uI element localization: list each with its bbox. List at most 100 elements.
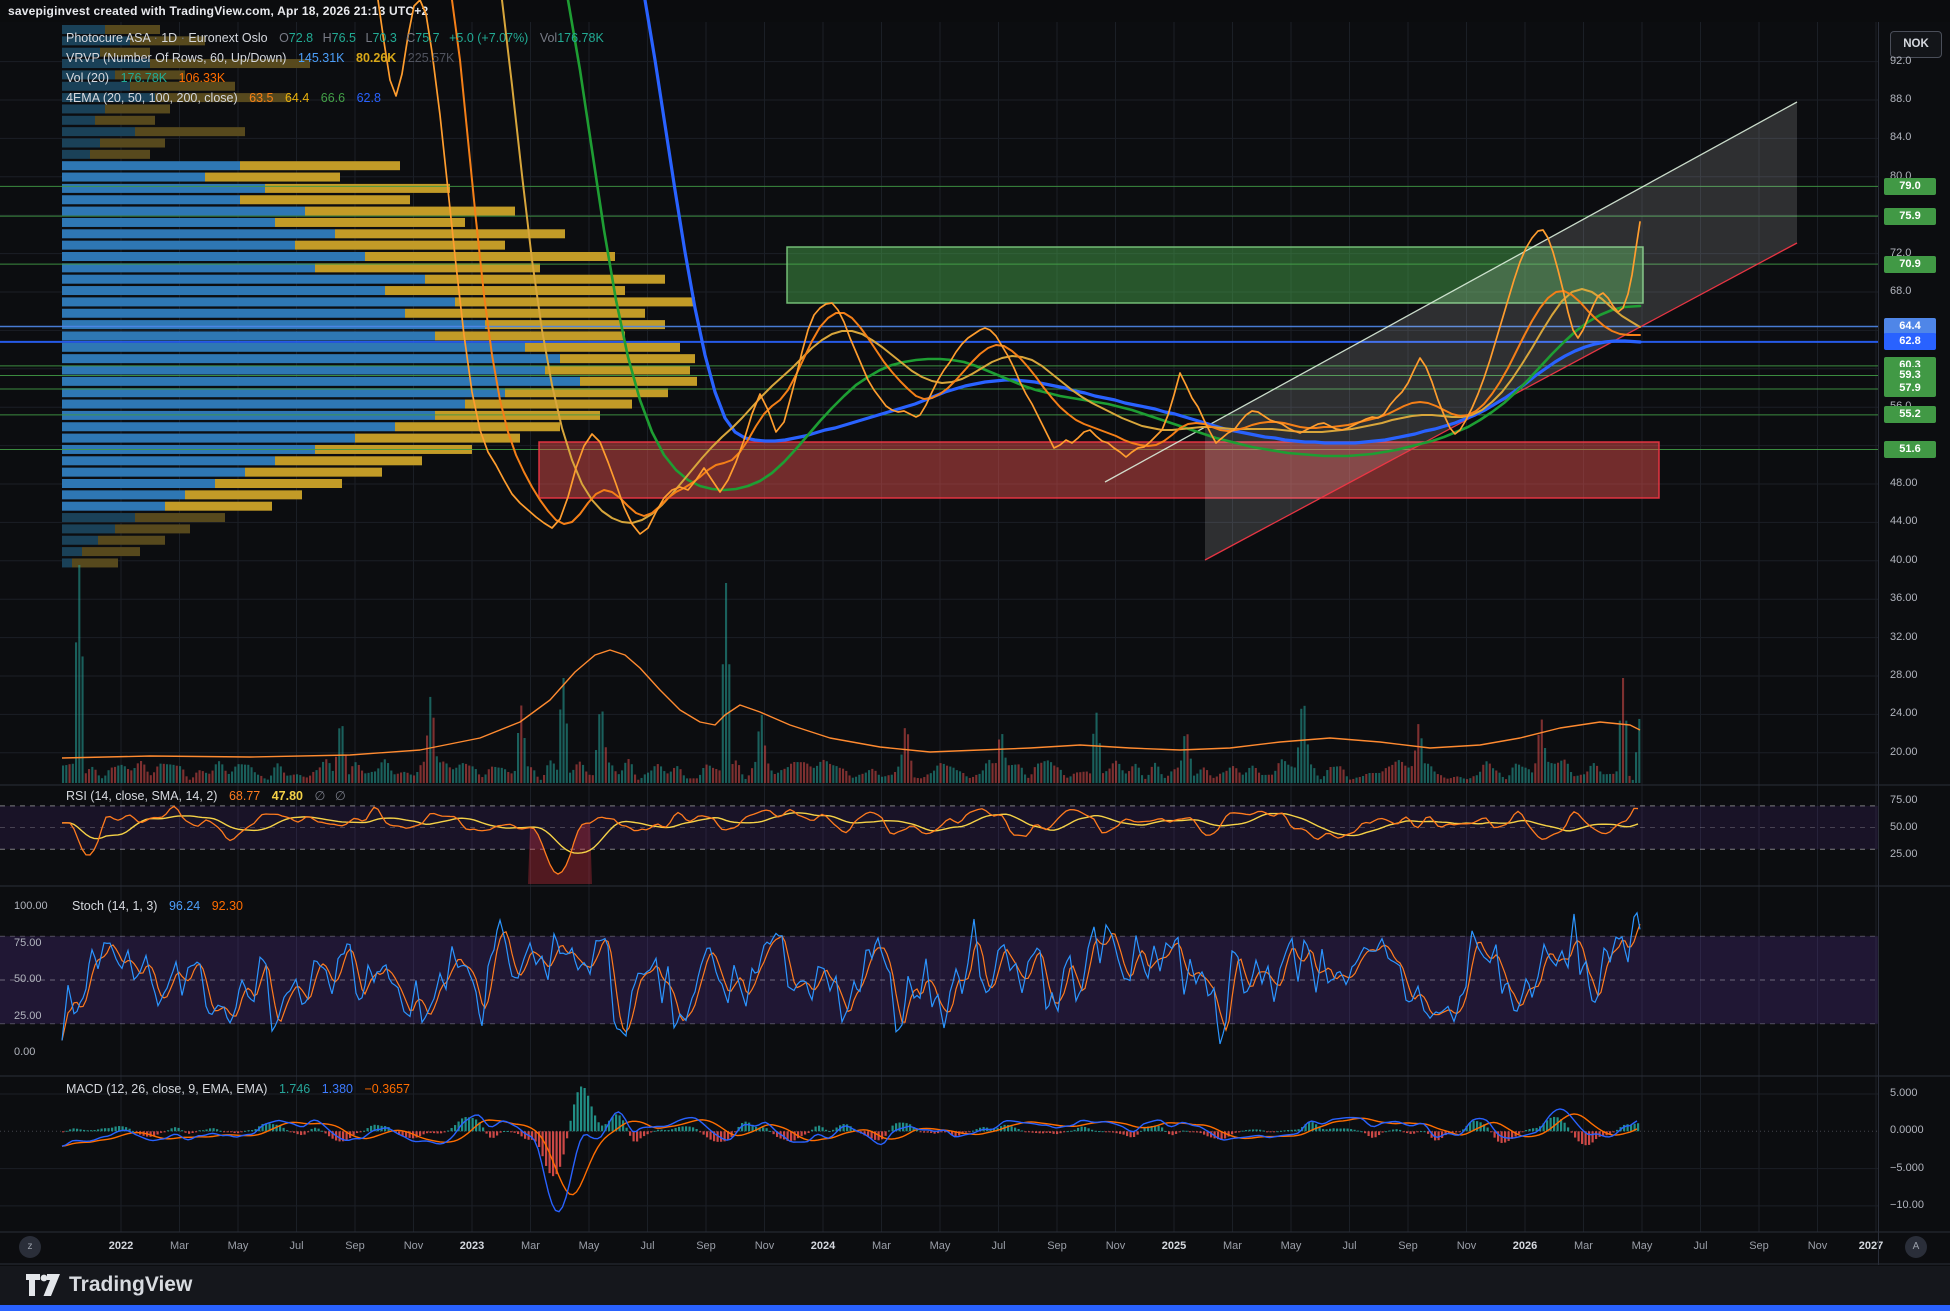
rsi-axis-label: 75.00 xyxy=(1890,794,1918,806)
rsi-title: RSI (14, close, SMA, 14, 2) xyxy=(66,789,217,803)
auto-scale-button[interactable]: A xyxy=(1905,1236,1927,1258)
time-axis-month-label: Mar xyxy=(872,1240,891,1252)
price-level-badge: 57.9 xyxy=(1884,380,1936,397)
tradingview-chart-window: savepiginvest created with TradingView.c… xyxy=(0,0,1950,1311)
stoch-k-value: 96.24 xyxy=(169,899,200,913)
price-level-badge: 62.8 xyxy=(1884,333,1936,350)
price-level-badge: 55.2 xyxy=(1884,406,1936,423)
ema200-value: 62.8 xyxy=(357,91,381,105)
rsi-value: 68.77 xyxy=(229,789,260,803)
vol-title: Vol (20) xyxy=(66,71,109,85)
bottom-accent-bar xyxy=(0,1305,1950,1311)
time-axis-month-label: May xyxy=(1632,1240,1653,1252)
price-axis-label: 36.00 xyxy=(1890,592,1918,604)
price-level-badge: 51.6 xyxy=(1884,441,1936,458)
time-axis-month-label: Nov xyxy=(404,1240,424,1252)
legend-symbol-row[interactable]: Photocure ASA · 1D · Euronext Oslo O72.8… xyxy=(66,28,604,48)
price-axis-label: 44.00 xyxy=(1890,515,1918,527)
volume-value: 176.78K xyxy=(557,31,604,45)
stoch-axis-label: 50.00 xyxy=(14,973,42,985)
vol-ma: 106.33K xyxy=(179,71,226,85)
price-axis-label: 28.00 xyxy=(1890,669,1918,681)
price-axis-label: 20.00 xyxy=(1890,746,1918,758)
high-value: 76.5 xyxy=(332,31,356,45)
stoch-axis-label: 100.00 xyxy=(14,900,48,912)
time-axis-year-label: 2026 xyxy=(1513,1240,1537,1252)
price-axis-label: 92.0 xyxy=(1890,55,1911,67)
change-value: +5.0 (+7.07%) xyxy=(449,31,528,45)
macd-axis-label: −5.000 xyxy=(1890,1162,1924,1174)
macd-line-value: 1.380 xyxy=(322,1082,353,1096)
symbol-name: Photocure ASA xyxy=(66,31,150,45)
ema20-value: 63.5 xyxy=(249,91,273,105)
time-axis-month-label: Nov xyxy=(1808,1240,1828,1252)
time-axis-month-label: May xyxy=(1281,1240,1302,1252)
footer-bar: TradingView xyxy=(0,1266,1950,1305)
timezone-button[interactable]: z xyxy=(19,1236,41,1258)
price-level-badge: 75.9 xyxy=(1884,208,1936,225)
time-axis-month-label: Nov xyxy=(755,1240,775,1252)
ema-title: 4EMA (20, 50, 100, 200, close) xyxy=(66,91,238,105)
macd-axis-label: −10.00 xyxy=(1890,1199,1924,1211)
time-axis-month-label: Nov xyxy=(1106,1240,1126,1252)
vrvp-total-value: 225.57K xyxy=(408,51,455,65)
macd-hist-value: 1.746 xyxy=(279,1082,310,1096)
legend-stoch-row[interactable]: Stoch (14, 1, 3) 96.24 92.30 xyxy=(72,899,243,913)
ema100-value: 66.6 xyxy=(321,91,345,105)
tradingview-logo-text: TradingView xyxy=(69,1273,192,1297)
vrvp-title: VRVP (Number Of Rows, 60, Up/Down) xyxy=(66,51,286,65)
price-axis-label: 88.0 xyxy=(1890,93,1911,105)
timeframe: 1D xyxy=(161,31,177,45)
time-axis-month-label: Mar xyxy=(521,1240,540,1252)
time-axis-month-label: May xyxy=(228,1240,249,1252)
stoch-d-value: 92.30 xyxy=(212,899,243,913)
stoch-title: Stoch (14, 1, 3) xyxy=(72,899,157,913)
tradingview-logo[interactable]: TradingView xyxy=(26,1273,192,1297)
tradingview-logo-icon xyxy=(26,1274,60,1296)
time-axis-month-label: Nov xyxy=(1457,1240,1477,1252)
legend-macd-row[interactable]: MACD (12, 26, close, 9, EMA, EMA) 1.746 … xyxy=(66,1082,410,1096)
stoch-axis-label: 0.00 xyxy=(14,1046,35,1058)
time-axis-month-label: Sep xyxy=(345,1240,365,1252)
legend-rsi-row[interactable]: RSI (14, close, SMA, 14, 2) 68.77 47.80 … xyxy=(66,788,346,803)
macd-signal-value: −0.3657 xyxy=(364,1082,410,1096)
price-axis-label: 48.00 xyxy=(1890,477,1918,489)
low-value: 70.3 xyxy=(372,31,396,45)
time-axis-year-label: 2025 xyxy=(1162,1240,1186,1252)
time-axis-month-label: May xyxy=(930,1240,951,1252)
time-axis-month-label: Sep xyxy=(1398,1240,1418,1252)
legend-ema-row[interactable]: 4EMA (20, 50, 100, 200, close) 63.5 64.4… xyxy=(66,88,604,108)
rsi-axis-label: 25.00 xyxy=(1890,848,1918,860)
stoch-axis-label: 75.00 xyxy=(14,937,42,949)
price-axis-label: 40.00 xyxy=(1890,554,1918,566)
price-level-badge: 79.0 xyxy=(1884,178,1936,195)
time-axis-month-label: Mar xyxy=(170,1240,189,1252)
open-value: 72.8 xyxy=(289,31,313,45)
price-axis-label: 84.0 xyxy=(1890,131,1911,143)
time-axis-month-label: Mar xyxy=(1574,1240,1593,1252)
macd-axis-label: 5.000 xyxy=(1890,1087,1918,1099)
time-axis-month-label: Jul xyxy=(1693,1240,1707,1252)
time-axis-month-label: Sep xyxy=(1047,1240,1067,1252)
time-axis-month-label: Sep xyxy=(1749,1240,1769,1252)
time-axis-month-label: Jul xyxy=(1342,1240,1356,1252)
price-level-badge: 70.9 xyxy=(1884,256,1936,273)
close-value: 75.7 xyxy=(415,31,439,45)
time-axis-year-label: 2024 xyxy=(811,1240,835,1252)
legend-vrvp-row[interactable]: VRVP (Number Of Rows, 60, Up/Down) 145.3… xyxy=(66,48,604,68)
time-axis-year-label: 2022 xyxy=(109,1240,133,1252)
price-axis-label: 24.00 xyxy=(1890,707,1918,719)
macd-axis-label: 0.0000 xyxy=(1890,1124,1924,1136)
time-axis-month-label: Mar xyxy=(1223,1240,1242,1252)
legend-vol-row[interactable]: Vol (20) 176.78K 106.33K xyxy=(66,68,604,88)
vol-current: 176.78K xyxy=(121,71,168,85)
ema50-value: 64.4 xyxy=(285,91,309,105)
rsi-axis-label: 50.00 xyxy=(1890,821,1918,833)
time-axis-year-label: 2023 xyxy=(460,1240,484,1252)
chart-canvas[interactable] xyxy=(0,0,1950,1311)
exchange: Euronext Oslo xyxy=(188,31,267,45)
stoch-axis-label: 25.00 xyxy=(14,1010,42,1022)
vrvp-up-value: 145.31K xyxy=(298,51,345,65)
price-axis-label: 32.00 xyxy=(1890,631,1918,643)
price-axis-divider[interactable] xyxy=(1878,22,1879,1265)
